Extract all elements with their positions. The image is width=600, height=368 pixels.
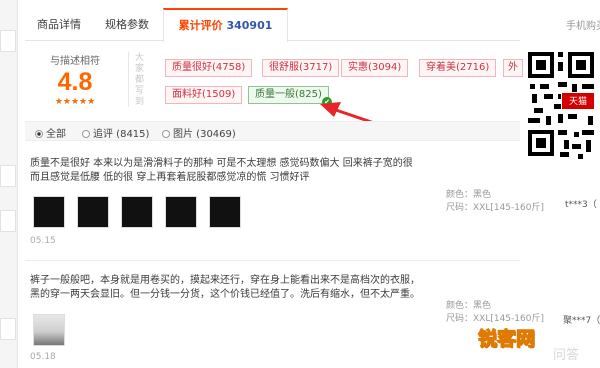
filter-follow-up[interactable]: 追评 (8415) — [82, 125, 149, 140]
review-photo[interactable] — [33, 314, 65, 346]
sku-color: 颜色：黑色 — [446, 190, 492, 200]
sku-size: 尺码：XXL[145-160斤] — [446, 203, 544, 213]
filter-label: 全部 — [46, 129, 66, 140]
review-photo[interactable] — [77, 196, 109, 228]
filter-images[interactable]: 图片 (30469) — [162, 125, 236, 140]
review-sku-info: 颜色：黑色 尺码：XXL[145-160斤] — [446, 189, 544, 215]
review-text: 裤子一般般吧，本身就是用卷买的，摸起来还行，穿在身上能看出来不是高档次的衣服，黑… — [30, 275, 420, 300]
review-date: 05.18 — [30, 352, 56, 362]
sku-color: 颜色：黑色 — [446, 301, 492, 311]
review-filter-bar: 全部 追评 (8415) 图片 (30469) — [25, 121, 520, 141]
tmall-badge: 天猫 — [561, 92, 595, 110]
filter-label: 追评 (8415) — [93, 129, 150, 140]
review-sku-info: 颜色：黑色 尺码：XXL[145-160斤] — [446, 300, 544, 326]
review-photo[interactable] — [165, 196, 197, 228]
reviewer-name[interactable]: 聚***7（ — [563, 313, 600, 326]
review-photo[interactable] — [121, 196, 153, 228]
reviewer-name[interactable]: t***3（ — [565, 197, 597, 210]
review-photo[interactable] — [209, 196, 241, 228]
site-watermark: 锐客网 — [477, 328, 536, 351]
filter-all[interactable]: 全部 — [35, 125, 66, 140]
radio-selected-icon — [35, 130, 43, 138]
review-separator — [25, 260, 520, 261]
filter-label: 图片 (30469) — [173, 129, 236, 140]
review-photo[interactable] — [33, 196, 65, 228]
radio-icon — [162, 130, 170, 138]
site-watermark-sub: 问答 — [553, 348, 580, 363]
review-text: 质量不是很好 本来以为是滑滑料子的那种 可是不太理想 感觉码数偏大 回来裤子宽的… — [30, 158, 413, 183]
review-date: 05.15 — [30, 236, 56, 246]
radio-icon — [82, 130, 90, 138]
